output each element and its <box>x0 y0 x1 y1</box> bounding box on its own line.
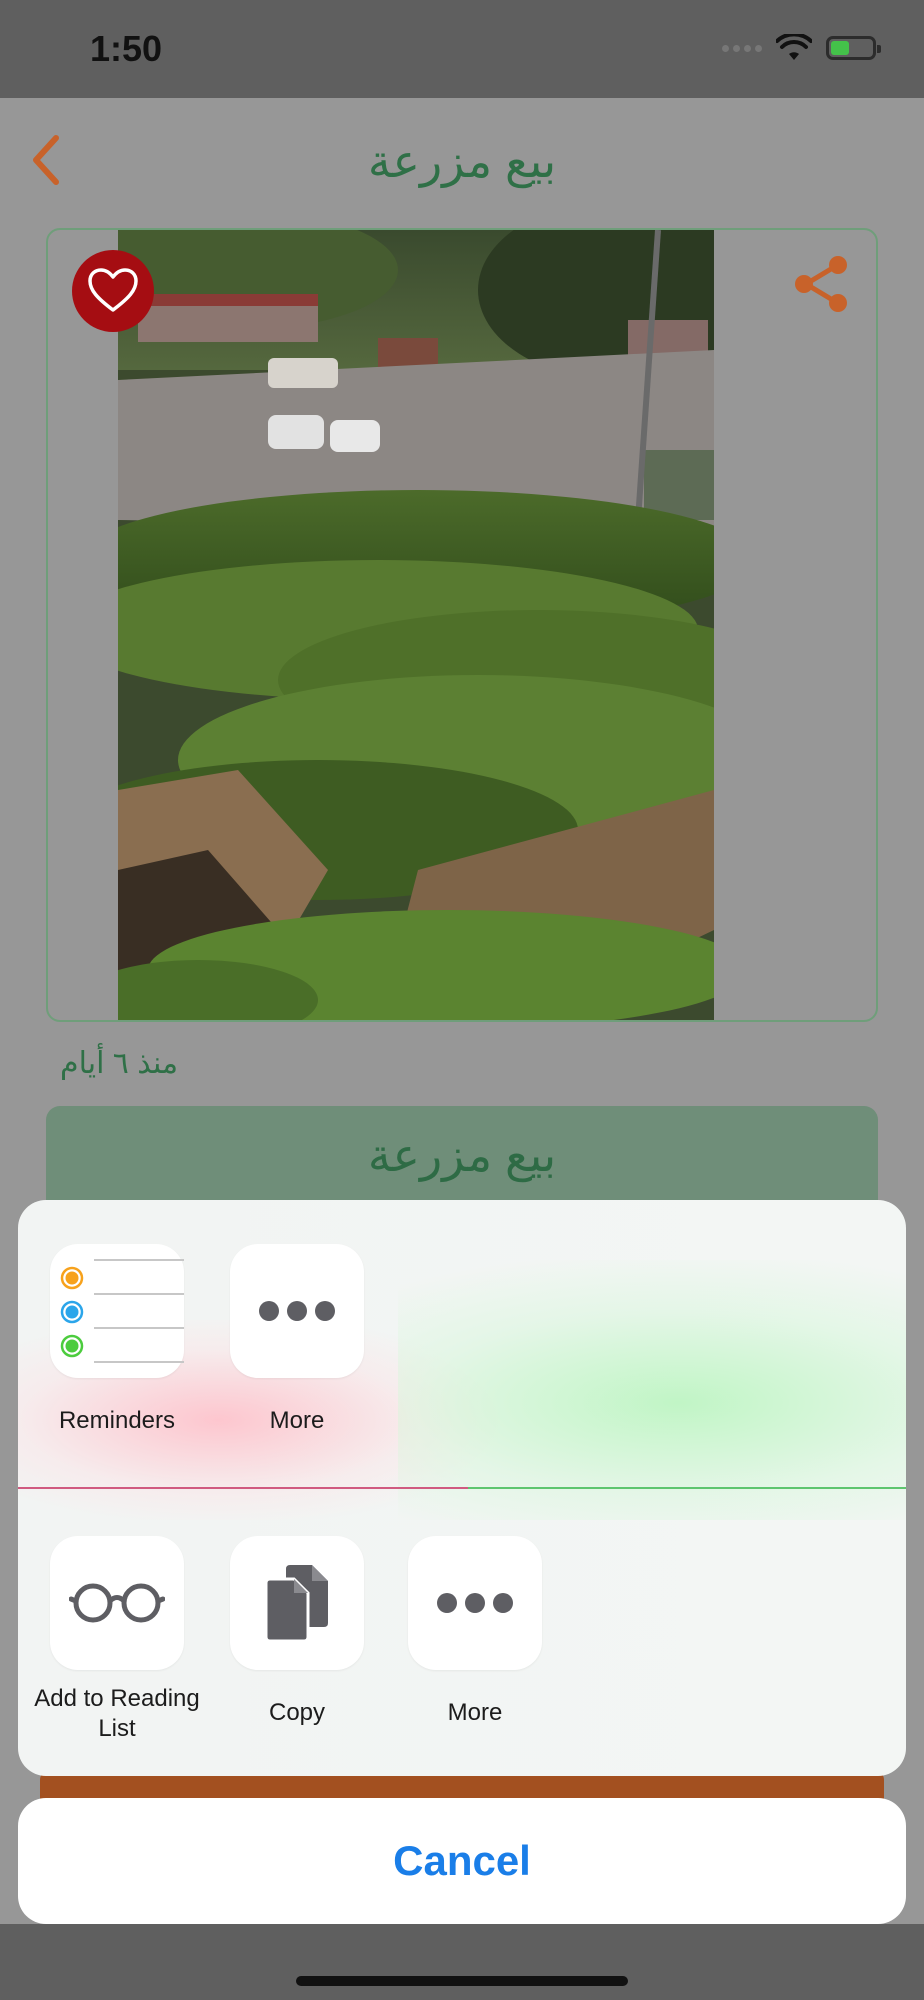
more-actions-button[interactable] <box>408 1536 542 1670</box>
heart-icon <box>88 268 138 312</box>
more-icon <box>259 1301 335 1321</box>
listing-photo[interactable] <box>118 230 714 1020</box>
status-icons <box>722 34 881 62</box>
reminders-label: Reminders <box>58 1407 176 1434</box>
home-indicator[interactable] <box>296 1976 628 1986</box>
reminders-app-button[interactable] <box>50 1244 184 1378</box>
status-bar: 1:50 <box>0 0 924 98</box>
favorite-button[interactable] <box>72 250 154 332</box>
posted-date: منذ ٦ أيام <box>60 1047 179 1080</box>
cancel-label: Cancel <box>393 1837 531 1884</box>
add-to-reading-list-label: Add to Reading List <box>34 1685 200 1742</box>
page-title: بيع مزرعة <box>367 135 557 187</box>
copy-button[interactable] <box>230 1536 364 1670</box>
copy-icon <box>264 1565 328 1643</box>
header: بيع مزرعة <box>0 98 924 226</box>
wifi-icon <box>776 34 812 60</box>
cancel-button[interactable]: Cancel <box>18 1798 906 1924</box>
copy-label: Copy <box>268 1699 326 1726</box>
more-icon <box>437 1593 513 1613</box>
more-apps-button[interactable] <box>230 1244 364 1378</box>
section-divider <box>18 1487 468 1489</box>
listing-image-card <box>46 228 878 1022</box>
cellular-dots-icon <box>722 44 762 52</box>
share-icon[interactable] <box>790 252 854 316</box>
listing-title: بيع مزرعة <box>367 1129 557 1181</box>
add-to-reading-list-button[interactable] <box>50 1536 184 1670</box>
more-apps-label: More <box>269 1407 325 1434</box>
share-sheet: Reminders More Add to Reading List Copy <box>18 1200 906 1776</box>
reminders-icon <box>60 1259 184 1363</box>
plantation-image <box>118 230 714 1020</box>
battery-charging-icon <box>826 36 881 60</box>
home-area <box>0 1924 924 2000</box>
glasses-icon <box>69 1583 165 1623</box>
status-time: 1:50 <box>90 28 163 69</box>
more-actions-label: More <box>447 1699 503 1726</box>
